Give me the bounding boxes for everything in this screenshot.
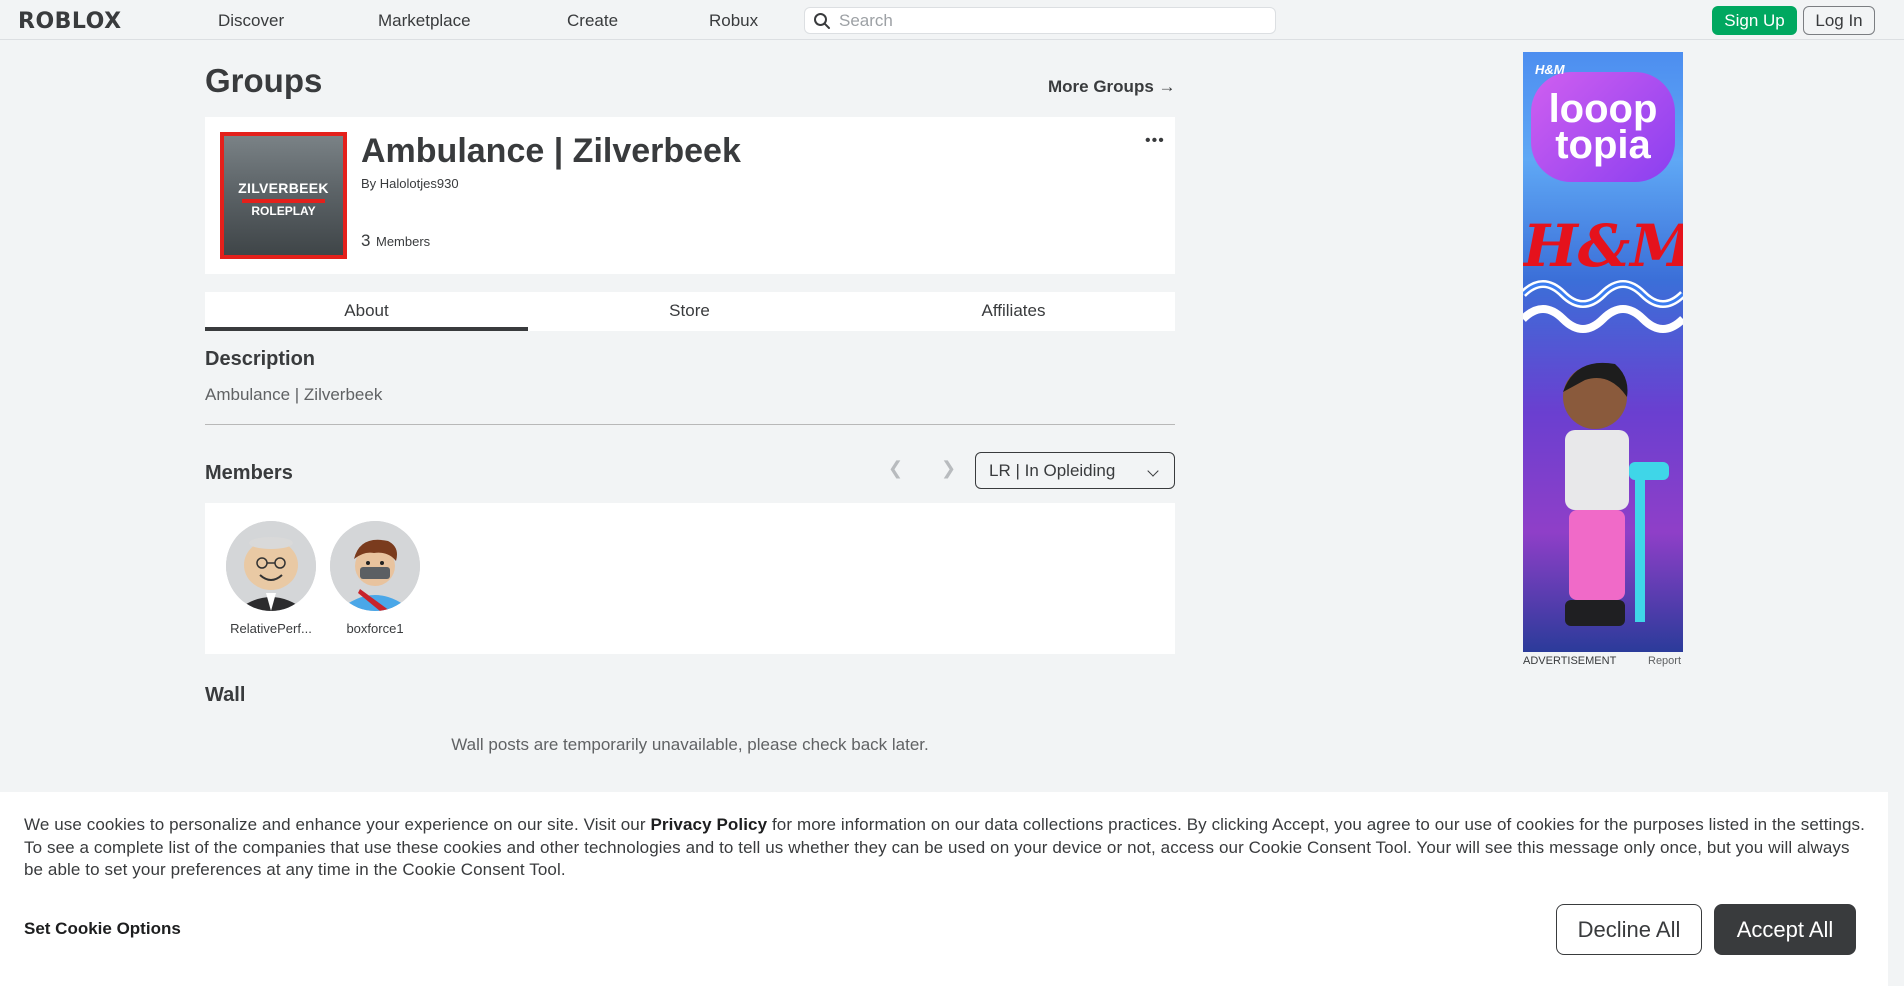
set-cookie-options-link[interactable]: Set Cookie Options <box>24 919 181 939</box>
ad-character-graphic <box>1563 362 1669 626</box>
role-selected-label: LR | In Opleiding <box>989 461 1116 480</box>
by-label: By <box>361 176 377 191</box>
group-name: Ambulance | Zilverbeek <box>361 132 741 170</box>
nav-link-discover[interactable]: Discover <box>218 11 284 31</box>
ad-wave-graphic <box>1523 280 1683 333</box>
avatar[interactable] <box>226 521 316 611</box>
group-tabs: About Store Affiliates <box>205 292 1175 331</box>
more-options-icon[interactable]: ••• <box>1145 132 1165 150</box>
group-emblem: ZILVERBEEK ROLEPLAY <box>220 132 347 259</box>
avatar-image <box>226 521 316 611</box>
ad-brand-logo: H&M <box>1523 212 1683 280</box>
tab-about[interactable]: About <box>205 292 528 331</box>
accept-all-button[interactable]: Accept All <box>1714 904 1856 955</box>
search-box[interactable] <box>804 7 1276 34</box>
member-name[interactable]: boxforce1 <box>327 621 423 636</box>
privacy-policy-link[interactable]: Privacy Policy <box>650 815 767 834</box>
cookie-text-part1: We use cookies to personalize and enhanc… <box>24 815 651 834</box>
ad-headline-line2: topia <box>1555 123 1651 167</box>
advertisement-label: ADVERTISEMENT <box>1523 655 1617 667</box>
advertisement-banner[interactable]: looop topia H&M H&M <box>1523 52 1683 652</box>
roblox-logo[interactable]: ROBLOX <box>18 9 122 34</box>
wall-heading: Wall <box>205 684 246 706</box>
group-header-card: ZILVERBEEK ROLEPLAY Ambulance | Zilverbe… <box>205 117 1175 274</box>
wall-message: Wall posts are temporarily unavailable, … <box>451 735 929 754</box>
owner-link[interactable]: Halolotjes930 <box>380 176 459 191</box>
ad-headline-badge: looop topia <box>1531 72 1675 182</box>
description-text: Ambulance | Zilverbeek <box>205 385 383 404</box>
description-heading: Description <box>205 348 316 370</box>
group-owner: By Halolotjes930 <box>361 176 459 191</box>
tab-affiliates[interactable]: Affiliates <box>852 292 1175 331</box>
search-icon <box>814 13 830 29</box>
avatar-image <box>330 521 420 611</box>
emblem-text-line2: ROLEPLAY <box>251 204 316 218</box>
nav-link-robux[interactable]: Robux <box>709 11 758 31</box>
chevron-left-icon[interactable]: ❮ <box>888 458 903 479</box>
log-in-button[interactable]: Log In <box>1803 6 1875 35</box>
member-count: 3 <box>361 231 371 250</box>
nav-link-marketplace[interactable]: Marketplace <box>378 11 471 31</box>
ad-report-link[interactable]: Report <box>1648 655 1681 667</box>
scrollbar-track[interactable] <box>1888 40 1904 792</box>
nav-link-create[interactable]: Create <box>567 11 618 31</box>
chevron-right-icon[interactable]: ❯ <box>941 458 956 479</box>
member-name[interactable]: RelativePerf... <box>223 621 319 636</box>
page-title: Groups <box>205 62 323 99</box>
top-navigation: ROBLOX Discover Marketplace Create Robux… <box>0 0 1904 40</box>
member-card[interactable]: RelativePerf... <box>223 521 319 636</box>
emblem-red-bar <box>242 199 325 203</box>
member-card[interactable]: boxforce1 <box>327 521 423 636</box>
ad-brand-small: H&M <box>1535 62 1565 77</box>
sign-up-button[interactable]: Sign Up <box>1712 6 1797 35</box>
search-input[interactable] <box>839 8 1259 33</box>
avatar[interactable] <box>330 521 420 611</box>
decline-all-button[interactable]: Decline All <box>1556 904 1702 955</box>
cookie-consent-banner: We use cookies to personalize and enhanc… <box>0 792 1888 986</box>
tab-store[interactable]: Store <box>528 292 851 331</box>
members-heading: Members <box>205 462 293 484</box>
divider <box>205 424 1175 425</box>
more-groups-link[interactable]: More Groups → <box>1048 77 1176 97</box>
members-label: Members <box>376 234 431 249</box>
role-dropdown[interactable]: LR | In Opleiding <box>975 452 1175 489</box>
members-list: RelativePerf... boxforce1 <box>205 503 1175 654</box>
cookie-notice-text: We use cookies to personalize and enhanc… <box>24 814 1869 882</box>
emblem-text-line1: ZILVERBEEK <box>238 180 329 196</box>
chevron-down-icon <box>1147 465 1159 477</box>
